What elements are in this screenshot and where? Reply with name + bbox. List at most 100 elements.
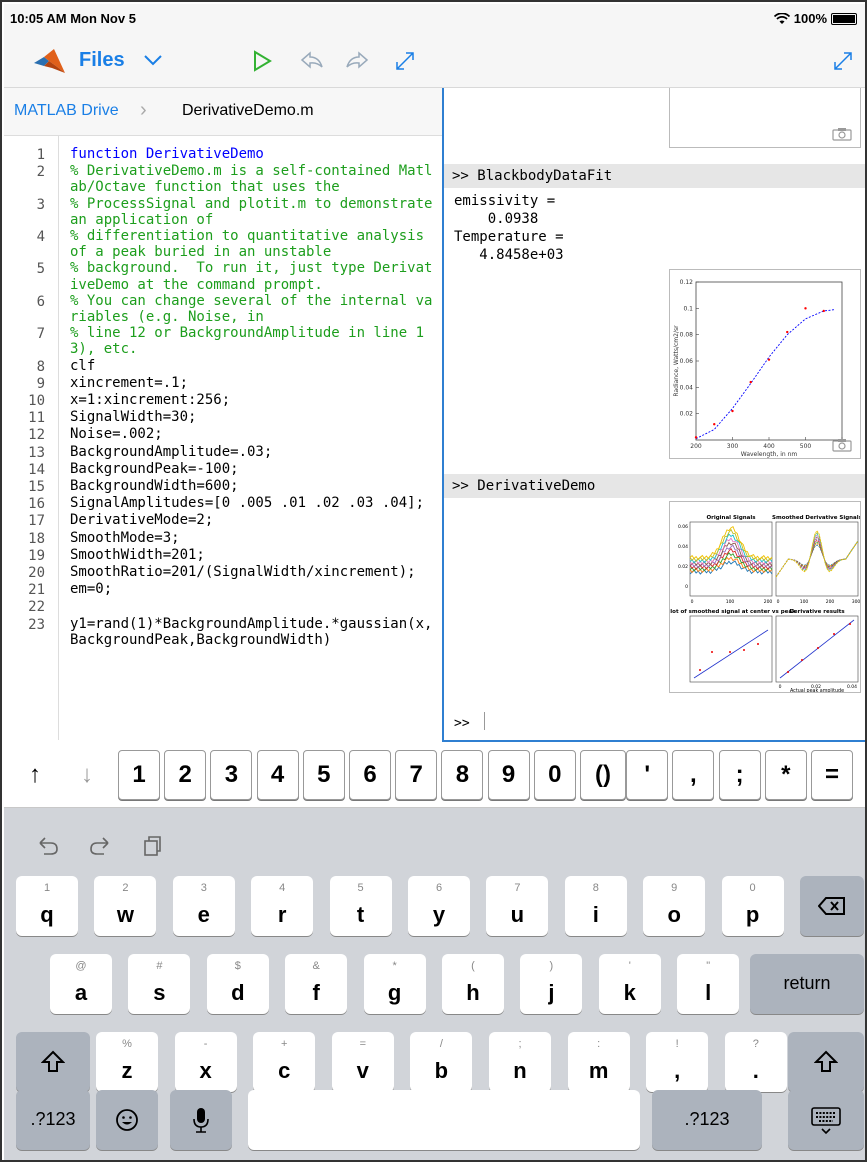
letter-key[interactable]: 8i	[564, 876, 627, 936]
breadcrumb-drive-link[interactable]: MATLAB Drive	[14, 102, 119, 120]
number-row-key[interactable]: 7	[395, 750, 438, 800]
letter-key[interactable]: 5t	[329, 876, 392, 936]
code-line[interactable]: 2 % DerivativeDemo.m is a self-contained …	[4, 163, 442, 195]
letter-key[interactable]: (h	[442, 954, 504, 1014]
letter-key[interactable]: 9o	[643, 876, 706, 936]
number-row-key[interactable]: 4	[256, 750, 299, 800]
redo-icon[interactable]	[344, 48, 370, 74]
letter-key[interactable]: 2w	[94, 876, 157, 936]
shift-left-key[interactable]	[16, 1032, 90, 1092]
matlab-logo-icon[interactable]	[32, 48, 66, 74]
code-line[interactable]: 18 SmoothMode=3;	[4, 530, 442, 547]
letter-key[interactable]: 0p	[721, 876, 784, 936]
code-line[interactable]: 22	[4, 598, 442, 615]
letter-key[interactable]: " l	[677, 954, 740, 1014]
number-row-key[interactable]: ;	[718, 750, 761, 800]
letter-key[interactable]: / b	[410, 1032, 473, 1092]
return-key[interactable]: return	[750, 954, 864, 1014]
code-line[interactable]: 1 function DerivativeDemo	[4, 146, 442, 163]
letter-key[interactable]: 3e	[172, 876, 235, 936]
letter-key[interactable]: -x	[174, 1032, 237, 1092]
camera-icon[interactable]	[832, 127, 852, 141]
chevron-down-icon[interactable]	[142, 50, 164, 70]
number-row-key[interactable]: =	[811, 750, 853, 800]
number-row-key[interactable]: ,	[672, 750, 715, 800]
code-line[interactable]: 23 y1=rand(1)*BackgroundAmplitude.*gaussi…	[4, 616, 442, 648]
arrow-up-key[interactable]: ↑	[14, 750, 56, 800]
number-row-key[interactable]: 8	[441, 750, 484, 800]
letter-key[interactable]: 4r	[251, 876, 314, 936]
code-line[interactable]: 9 xincrement=.1;	[4, 375, 442, 392]
mode-switch-key-right[interactable]: .?123	[652, 1090, 762, 1150]
code-line[interactable]: 3 % ProcessSignal and plotit.m to demonst…	[4, 196, 442, 228]
code-line[interactable]: 17 DerivativeMode=2;	[4, 512, 442, 529]
letter-key[interactable]: $ d	[206, 954, 269, 1014]
code-line[interactable]: 11 SignalWidth=30;	[4, 409, 442, 426]
letter-key[interactable]: 7u	[486, 876, 549, 936]
code-line[interactable]: 14 BackgroundPeak=-100;	[4, 461, 442, 478]
fullscreen-icon[interactable]	[830, 48, 856, 74]
code-line[interactable]: 7 % line 12 or BackgroundAmplitude in lin…	[4, 325, 442, 357]
letter-key[interactable]: * g	[363, 954, 426, 1014]
number-row-key[interactable]: 0	[533, 750, 576, 800]
letter-key[interactable]: % z	[96, 1032, 158, 1092]
code-line[interactable]: 12 Noise=.002;	[4, 426, 442, 443]
backspace-key[interactable]	[800, 876, 864, 936]
undo-icon[interactable]	[299, 48, 325, 74]
code-editor[interactable]: 1 function DerivativeDemo 2 % DerivativeDem…	[4, 136, 442, 740]
files-menu-button[interactable]: Files	[79, 49, 125, 72]
number-row-key[interactable]: 6	[349, 750, 391, 800]
letter-key[interactable]: 6y	[408, 876, 470, 936]
camera-icon[interactable]	[832, 438, 852, 452]
letter-key[interactable]: :m	[567, 1032, 630, 1092]
code-line[interactable]: 20 SmoothRatio=201/(SignalWidth/xincremen…	[4, 564, 442, 581]
derivative-figure[interactable]: Original Signals Smoothed Derivative Sign…	[666, 501, 863, 694]
code-line[interactable]: 21 em=0;	[4, 581, 442, 598]
blackbody-figure[interactable]: 0.020.040.060.080.10.12200300400500600Wa…	[669, 269, 861, 459]
number-row-key[interactable]: 5	[302, 750, 345, 800]
code-line[interactable]: 4 % differentiation to quantitative analy…	[4, 228, 442, 260]
arrow-down-key[interactable]: ↓	[66, 750, 108, 800]
space-key[interactable]	[248, 1090, 640, 1150]
dictation-key[interactable]	[170, 1090, 232, 1150]
letter-key[interactable]: = v	[331, 1032, 394, 1092]
number-row-key[interactable]: *	[764, 750, 807, 800]
undo-icon[interactable]	[36, 834, 60, 858]
code-line[interactable]: 19 SmoothWidth=201;	[4, 547, 442, 564]
code-line[interactable]: 6 % You can change several of the interna…	[4, 293, 442, 325]
number-row-key[interactable]: ()	[580, 750, 626, 800]
letter-key[interactable]: !,	[646, 1032, 709, 1092]
code-line[interactable]: 8 clf	[4, 358, 442, 375]
letter-key[interactable]: ' k	[598, 954, 661, 1014]
letter-key[interactable]: # s	[128, 954, 191, 1014]
paste-icon[interactable]	[140, 834, 164, 858]
letter-key[interactable]: 1q	[16, 876, 78, 936]
hide-keyboard-key[interactable]	[788, 1090, 864, 1150]
status-right: 100%	[773, 11, 857, 26]
code-line[interactable]: 10 x=1:xincrement:256;	[4, 392, 442, 409]
code-line[interactable]: 13 BackgroundAmplitude=.03;	[4, 444, 442, 461]
letter-key[interactable]: @ a	[50, 954, 112, 1014]
shift-right-key[interactable]	[788, 1032, 864, 1092]
code-line[interactable]: 5 % background. To run it, just type Deri…	[4, 260, 442, 292]
code-line[interactable]: 15 BackgroundWidth=600;	[4, 478, 442, 495]
code-line[interactable]: 16 SignalAmplitudes=[0 .005 .01 .02 .03 .…	[4, 495, 442, 512]
redo-icon[interactable]	[88, 834, 112, 858]
number-row-key[interactable]: '	[626, 750, 669, 800]
emoji-key[interactable]	[96, 1090, 158, 1150]
line-number: 4	[36, 229, 45, 246]
number-row-key[interactable]: 2	[164, 750, 207, 800]
figure-thumbnail-previous[interactable]	[669, 88, 861, 148]
letter-key[interactable]: + c	[253, 1032, 316, 1092]
number-row-key[interactable]: 3	[210, 750, 253, 800]
letter-key[interactable]: ?.	[724, 1032, 787, 1092]
letter-key[interactable]: ) j	[520, 954, 583, 1014]
run-icon[interactable]	[249, 48, 275, 74]
command-window[interactable]: >> BlackbodyDataFit emissivity = 0.0938 …	[444, 88, 865, 742]
mode-switch-key-left[interactable]: .?123	[16, 1090, 90, 1150]
number-row-key[interactable]: 9	[487, 750, 530, 800]
letter-key[interactable]: ; n	[489, 1032, 551, 1092]
number-row-key[interactable]: 1	[118, 750, 160, 800]
letter-key[interactable]: & f	[285, 954, 348, 1014]
expand-icon[interactable]	[392, 48, 418, 74]
